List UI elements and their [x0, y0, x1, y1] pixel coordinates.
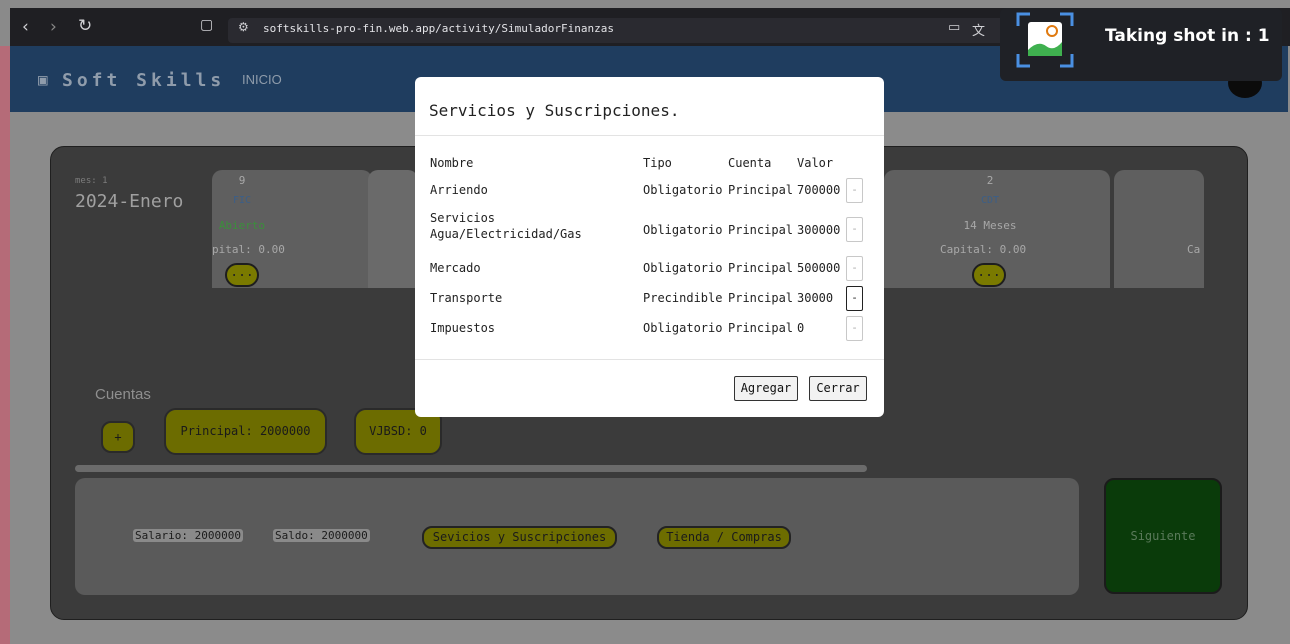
row-tipo: Obligatorio: [643, 321, 723, 335]
row-cuenta: Principal: [728, 223, 794, 237]
nav-inicio-link[interactable]: INICIO: [242, 72, 282, 87]
add-account-button[interactable]: +: [101, 421, 135, 453]
header-cuenta: Cuenta: [728, 156, 772, 170]
row-valor: 300000: [797, 223, 841, 237]
account-principal[interactable]: Principal: 2000000: [164, 408, 327, 455]
brand-title[interactable]: Soft Skills: [62, 70, 225, 91]
page-edge: [0, 46, 10, 644]
card-more-button[interactable]: ...: [225, 263, 259, 287]
reload-icon[interactable]: ↻: [78, 16, 92, 36]
card-term: 14 Meses: [963, 219, 1017, 232]
delete-row-button[interactable]: -: [846, 256, 863, 281]
delete-row-button[interactable]: -: [846, 286, 863, 311]
cerrar-button[interactable]: Cerrar: [809, 376, 867, 401]
row-tipo: Obligatorio: [643, 261, 723, 275]
salary-value: Salario: 2000000: [133, 529, 243, 542]
current-date: 2024-Enero: [75, 191, 184, 212]
card-number: 9: [238, 174, 246, 187]
header-valor: Valor: [797, 156, 834, 170]
row-nombre: Servicios Agua/Electricidad/Gas: [430, 211, 582, 241]
row-cuenta: Principal: [728, 321, 794, 335]
card-status: Abierto: [218, 219, 266, 232]
next-month-button[interactable]: Siguiente: [1104, 478, 1222, 594]
site-settings-icon[interactable]: ⚙: [238, 20, 249, 34]
delete-row-button[interactable]: -: [846, 178, 863, 203]
row-tipo: Precindible: [643, 291, 723, 305]
delete-row-button[interactable]: -: [846, 217, 863, 242]
card-number: 2: [986, 174, 994, 187]
investment-card: [1114, 170, 1204, 288]
row-valor: 500000: [797, 261, 841, 275]
modal-title: Servicios y Suscripciones.: [429, 101, 680, 120]
row-nombre: Impuestos: [430, 321, 496, 335]
cast-icon[interactable]: ▭: [948, 20, 960, 35]
delete-row-button[interactable]: -: [846, 316, 863, 341]
card-type: FIC: [232, 195, 252, 206]
card-more-button[interactable]: ...: [972, 263, 1006, 287]
chevron-left-icon[interactable]: ‹: [22, 17, 29, 37]
card-capital: Capital: 0.00: [940, 243, 1027, 256]
bookmark-icon[interactable]: ▢: [200, 17, 213, 33]
row-valor: 0: [797, 321, 805, 335]
url-text[interactable]: softskills-pro-fin.web.app/activity/Simu…: [263, 22, 614, 35]
header-nombre: Nombre: [430, 156, 474, 170]
row-nombre: Arriendo: [430, 183, 488, 197]
cuentas-title: Cuentas: [95, 386, 151, 403]
horizontal-scrollbar[interactable]: [75, 465, 867, 472]
services-subscriptions-button[interactable]: Sevicios y Suscripciones: [422, 526, 617, 549]
row-tipo: Obligatorio: [643, 223, 723, 237]
agregar-button[interactable]: Agregar: [734, 376, 798, 401]
modal-divider: [415, 135, 884, 136]
investment-card: [368, 170, 418, 288]
modal-divider: [415, 359, 884, 360]
card-capital: pital: 0.00: [212, 243, 285, 256]
chevron-right-icon[interactable]: ›: [50, 17, 57, 37]
toast-countdown-text: Taking shot in : 1: [1105, 26, 1270, 46]
row-valor: 700000: [797, 183, 841, 197]
month-label: mes: 1: [75, 176, 108, 186]
services-modal: [415, 77, 884, 417]
translate-icon[interactable]: 文: [972, 20, 985, 39]
row-cuenta: Principal: [728, 183, 794, 197]
card-capital-partial: Ca: [1187, 243, 1201, 256]
image-capture-icon: [1016, 12, 1074, 68]
store-purchases-button[interactable]: Tienda / Compras: [657, 526, 791, 549]
header-tipo: Tipo: [643, 156, 672, 170]
row-tipo: Obligatorio: [643, 183, 723, 197]
robot-icon: ▣: [38, 70, 48, 89]
row-nombre: Transporte: [430, 291, 503, 305]
balance-value: Saldo: 2000000: [273, 529, 370, 542]
row-valor: 30000: [797, 291, 834, 305]
row-nombre: Mercado: [430, 261, 481, 275]
row-cuenta: Principal: [728, 291, 794, 305]
row-cuenta: Principal: [728, 261, 794, 275]
card-type: CDT: [980, 195, 1000, 206]
